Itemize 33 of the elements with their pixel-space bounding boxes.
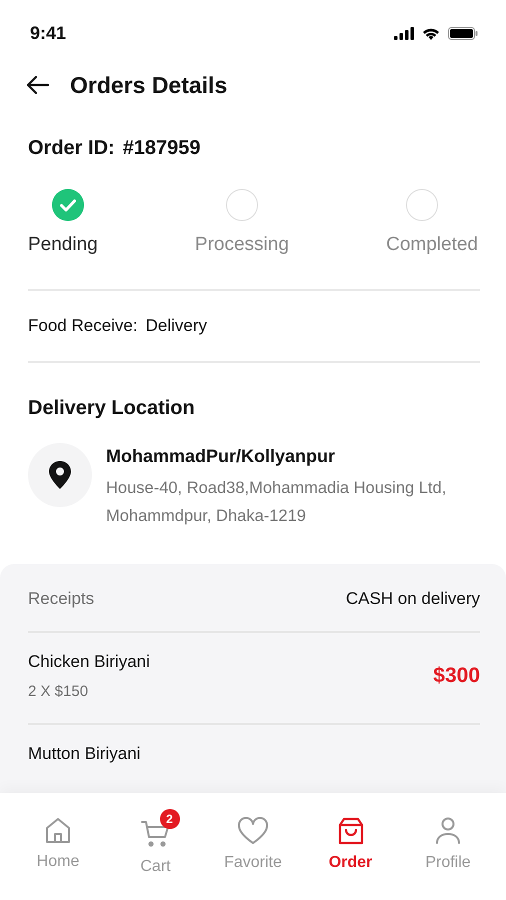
order-tab[interactable]: Order	[302, 807, 398, 900]
step-label: Completed	[386, 232, 478, 256]
heart-icon	[237, 817, 269, 845]
user-icon	[435, 817, 461, 845]
item-price: $300	[433, 663, 480, 690]
favorite-tab[interactable]: Favorite	[205, 807, 301, 900]
location-address: House-40, Road38,Mohammadia Housing Ltd, Mohammdpur, Dhaka-1219	[106, 478, 448, 526]
home-icon	[45, 817, 71, 844]
cart-tab[interactable]: Cart 2	[108, 807, 204, 900]
battery-icon	[448, 26, 478, 40]
back-arrow-icon[interactable]	[26, 75, 50, 96]
page-title: Orders Details	[70, 71, 228, 100]
section-title: Delivery Location	[27, 396, 196, 420]
receipts-label: Receipts	[28, 588, 94, 610]
location-pin-icon	[49, 460, 71, 488]
food-receive-label: Food Receive:	[28, 315, 138, 337]
status-time: 9:41	[30, 22, 66, 44]
payment-method: CASH on delivery	[346, 588, 480, 610]
item-name: Mutton Biriyani	[28, 743, 140, 765]
step-label: Pending	[28, 232, 98, 256]
order-id-label: Order ID:	[28, 136, 115, 160]
location-name: MohammadPur/Kollyanpur	[106, 444, 336, 468]
signal-icon	[394, 26, 414, 40]
step-label: Processing	[194, 232, 289, 256]
item-quantity: 2 X $150	[28, 682, 90, 702]
cart-count-badge: 2	[160, 809, 180, 829]
order-id: #187959	[122, 136, 201, 160]
home-tab[interactable]: Home	[10, 807, 106, 900]
shopping-bag-icon	[338, 817, 364, 845]
item-name: Chicken Biriyani	[28, 651, 150, 673]
profile-tab[interactable]: Profile	[400, 807, 496, 900]
food-receive-value: Delivery	[146, 315, 208, 337]
wifi-icon	[422, 26, 440, 40]
